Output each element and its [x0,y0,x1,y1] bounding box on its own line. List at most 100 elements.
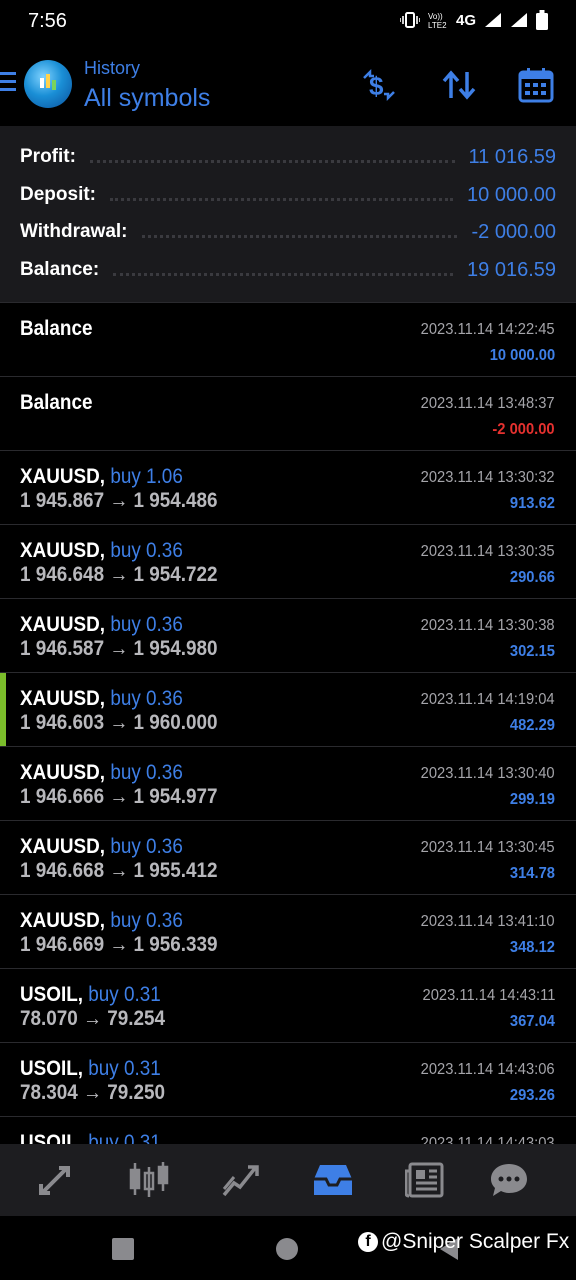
row-title: XAUUSD, buy 1.06 [20,465,183,489]
row-time: 2023.11.14 13:30:45 [421,839,555,856]
chat-icon [491,1164,527,1196]
summary-label: Deposit: [20,184,96,205]
home-button[interactable] [276,1238,298,1260]
row-title: XAUUSD, buy 0.36 [20,539,183,563]
row-amount: 302.15 [509,643,555,660]
summary-value: 11 016.59 [468,145,557,168]
summary-value: -2 000.00 [471,220,556,243]
row-symbol: XAUUSD, [20,613,106,636]
row-symbol: XAUUSD, [20,687,106,710]
row-time: 2023.11.14 14:19:04 [421,691,555,708]
nav-chat[interactable] [486,1158,532,1202]
history-row[interactable]: XAUUSD, buy 0.36 1 946.666 → 1 954.977 2… [0,746,576,820]
row-title: Balance [20,391,92,415]
news-icon [405,1162,444,1198]
dotted-leader [141,234,458,238]
nav-trade[interactable] [218,1158,264,1202]
chart-icon [129,1162,169,1197]
history-row[interactable]: XAUUSD, buy 1.06 1 945.867 → 1 954.486 2… [0,450,576,524]
summary-profit: Profit: 11 016.59 [20,142,556,172]
row-title: Balance [20,317,92,341]
svg-text:Vo)): Vo)) [428,12,443,21]
row-time: 2023.11.14 13:30:32 [421,469,555,486]
row-symbol: Balance [20,317,93,340]
row-symbol: XAUUSD, [20,909,106,932]
nav-quotes[interactable] [34,1158,80,1202]
vibrate-icon [399,12,420,28]
svg-text:LTE2: LTE2 [428,21,447,29]
row-deal: buy 0.31 [88,983,161,1006]
row-prices: 1 946.648 → 1 954.722 [20,563,218,586]
recents-button[interactable] [112,1238,134,1260]
row-symbol: XAUUSD, [20,539,106,562]
row-symbol: USOIL, [20,1131,84,1144]
row-deal: buy 0.36 [110,613,183,636]
watermark-text: @Sniper Scalper Fx [381,1230,570,1253]
watermark: f @Sniper Scalper Fx [358,1230,569,1254]
history-list[interactable]: Balance 2023.11.14 14:22:45 10 000.00 Ba… [0,302,576,1144]
history-row[interactable]: XAUUSD, buy 0.36 1 946.669 → 1 956.339 2… [0,894,576,968]
row-deal: buy 0.36 [110,539,183,562]
dotted-leader [110,197,454,201]
app-bar: History All symbols $ [0,44,576,126]
menu-icon[interactable] [0,72,16,92]
history-row[interactable]: XAUUSD, buy 0.36 1 946.648 → 1 954.722 2… [0,524,576,598]
page-title[interactable]: All symbols [84,84,210,113]
summary-balance: Balance: 19 016.59 [20,255,556,285]
history-row[interactable]: Balance 2023.11.14 14:22:45 10 000.00 [0,302,576,376]
dotted-leader [113,272,454,276]
row-amount: 293.26 [509,1087,555,1104]
row-title: XAUUSD, buy 0.36 [20,835,183,859]
history-row-selected[interactable]: XAUUSD, buy 0.36 1 946.603 → 1 960.000 2… [0,672,576,746]
summary-label: Profit: [20,146,76,167]
row-deal: buy 0.36 [110,687,183,710]
summary-deposit: Deposit: 10 000.00 [20,180,556,210]
row-time: 2023.11.14 14:43:11 [422,987,555,1004]
history-row[interactable]: XAUUSD, buy 0.36 1 946.668 → 1 955.412 2… [0,820,576,894]
sort-button[interactable] [440,66,478,104]
row-title: XAUUSD, buy 0.36 [20,687,183,711]
volte-icon: Vo))LTE2 [428,12,447,29]
history-row[interactable]: XAUUSD, buy 0.36 1 946.587 → 1 954.980 2… [0,598,576,672]
page-subtitle: History [84,58,141,78]
row-amount: -2 000.00 [492,421,555,438]
summary-label: Balance: [20,259,100,280]
row-time: 2023.11.14 14:22:45 [421,321,555,338]
history-row-partial[interactable]: USOIL, buy 0.31 2023.11.14 14:43:03 [0,1116,576,1144]
row-prices: 78.070 → 79.254 [20,1007,166,1030]
summary-panel: Profit: 11 016.59 Deposit: 10 000.00 Wit… [0,126,576,302]
row-time: 2023.11.14 13:30:35 [421,543,555,560]
row-time: 2023.11.14 13:30:40 [421,765,555,782]
row-amount: 314.78 [509,865,555,882]
nav-news[interactable] [402,1158,448,1202]
summary-label: Withdrawal: [20,221,128,242]
history-row[interactable]: USOIL, buy 0.31 78.304 → 79.250 2023.11.… [0,1042,576,1116]
row-title: XAUUSD, buy 0.36 [20,761,183,785]
row-prices: 78.304 → 79.250 [20,1081,166,1104]
nav-chart[interactable] [126,1158,172,1202]
row-deal: buy 0.31 [88,1131,161,1144]
row-symbol: USOIL, [20,1057,84,1080]
row-time: 2023.11.14 13:30:38 [421,617,555,634]
row-deal: buy 0.36 [110,761,183,784]
status-bar: 7:56 Vo)) LTE2 4G [0,0,576,44]
history-row[interactable]: Balance 2023.11.14 13:48:37 -2 000.00 [0,376,576,450]
row-symbol: XAUUSD, [20,761,106,784]
row-deal: buy 0.36 [110,909,183,932]
calendar-button[interactable] [517,66,555,104]
row-amount: 348.12 [509,939,555,956]
row-prices: 1 945.867 → 1 954.486 [20,489,218,512]
clock: 7:56 [28,10,67,32]
row-title: XAUUSD, buy 0.36 [20,909,183,933]
deposit-filter-button[interactable]: $ [360,66,398,104]
history-row[interactable]: USOIL, buy 0.31 78.070 → 79.254 2023.11.… [0,968,576,1042]
network-label: 4G [455,11,476,29]
row-title: XAUUSD, buy 0.36 [20,613,183,637]
summary-value: 19 016.59 [467,258,556,281]
sort-icon [442,70,476,100]
row-deal: buy 0.31 [88,1057,161,1080]
nav-history[interactable] [310,1158,356,1202]
row-prices: 1 946.668 → 1 955.412 [20,859,218,882]
row-symbol: Balance [20,391,93,414]
row-deal: buy 0.36 [110,835,183,858]
